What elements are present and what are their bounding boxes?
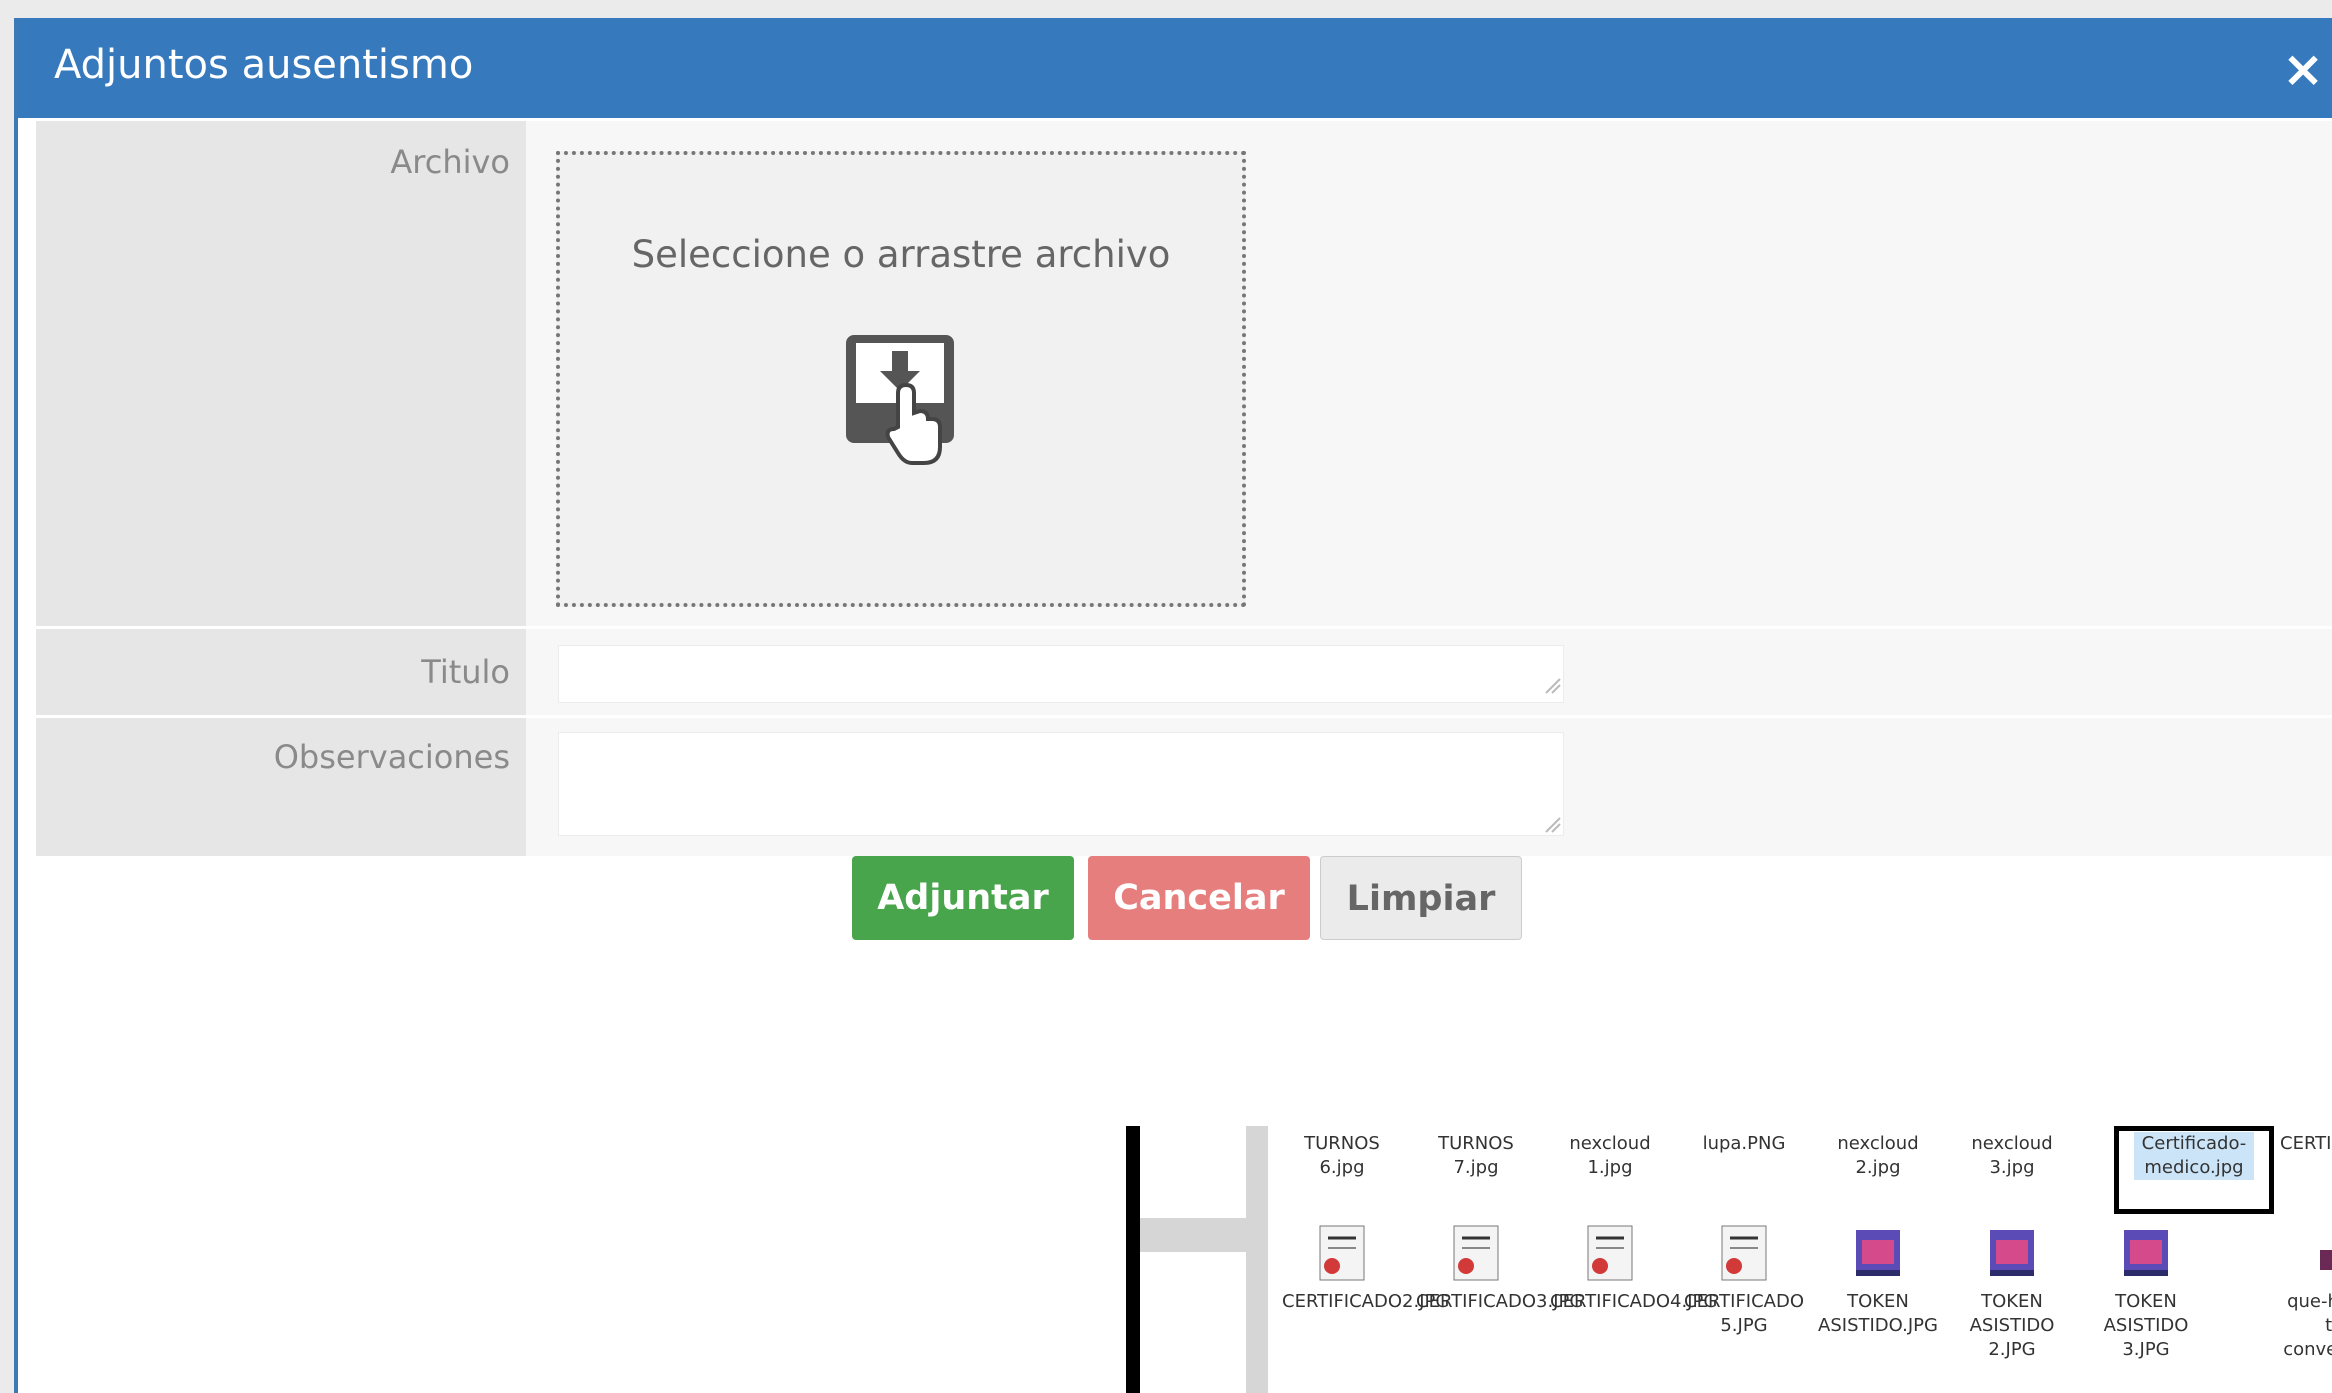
file-name: TOKEN ASISTIDO 2.JPG xyxy=(1969,1291,2055,1360)
file-name: TOKEN ASISTIDO 3.JPG xyxy=(2103,1291,2189,1360)
adjuntar-button[interactable]: Adjuntar xyxy=(852,856,1074,940)
file-item[interactable]: nexcloud 1.jpg xyxy=(1550,1132,1670,1180)
limpiar-button[interactable]: Limpiar xyxy=(1320,856,1522,940)
token-file-icon xyxy=(2124,1230,2168,1276)
titulo-field-cell xyxy=(526,629,2332,715)
titulo-row: Titulo xyxy=(36,629,2332,715)
file-item[interactable]: nexcloud 3.jpg xyxy=(1952,1132,2072,1180)
observaciones-label: Observaciones xyxy=(273,738,510,776)
file-name: CERTIFICADO 5.JPG xyxy=(1684,1291,1805,1336)
token-file-icon xyxy=(1990,1230,2034,1276)
file-dropzone[interactable]: Seleccione o arrastre archivo xyxy=(556,151,1246,607)
file-item[interactable]: TOKEN ASISTIDO 3.JPG xyxy=(2086,1220,2206,1362)
file-item[interactable]: TURNOS 6.jpg xyxy=(1282,1132,1402,1180)
observaciones-label-cell: Observaciones xyxy=(36,718,526,856)
file-item[interactable]: CERTIFICADO4.JPG xyxy=(1550,1220,1718,1314)
titulo-label: Titulo xyxy=(421,653,510,691)
observaciones-textarea[interactable] xyxy=(558,732,1564,836)
observaciones-row: Observaciones xyxy=(36,718,2332,856)
titulo-label-cell: Titulo xyxy=(36,629,526,715)
file-item[interactable]: lupa.PNG xyxy=(1684,1132,1804,1156)
file-name: nexcloud 1.jpg xyxy=(1569,1133,1651,1178)
file-name: CERTIFICADO3.JPG xyxy=(1416,1291,1584,1312)
file-name: lupa.PNG xyxy=(1702,1133,1786,1154)
file-name: nexcloud 3.jpg xyxy=(1971,1133,2053,1178)
token-file-icon xyxy=(1856,1230,1900,1276)
file-name: CERTIFICADO2.JPG xyxy=(1282,1291,1450,1312)
file-item[interactable]: TURNOS 7.jpg xyxy=(1416,1132,1536,1180)
certificate-file-icon xyxy=(1319,1225,1365,1281)
file-item[interactable]: TOKEN ASISTIDO.JPG xyxy=(1818,1220,1938,1338)
dialog-titlebar: Adjuntos ausentismo × xyxy=(18,18,2332,118)
file-name: TURNOS 7.jpg xyxy=(1438,1133,1514,1178)
explorer-sidebar xyxy=(1140,1126,1246,1393)
close-icon[interactable]: × xyxy=(2282,44,2324,94)
file-item[interactable]: CERTIFICADO.JPG xyxy=(2280,1132,2332,1156)
resize-grip-icon[interactable] xyxy=(1542,814,1562,834)
archivo-label: Archivo xyxy=(390,143,510,181)
archivo-row: Archivo Seleccione o arrastre archivo xyxy=(36,121,2332,626)
file-name: TOKEN ASISTIDO.JPG xyxy=(1818,1291,1938,1336)
dropzone-text: Seleccione o arrastre archivo xyxy=(631,233,1171,276)
certificate-file-icon xyxy=(1587,1225,1633,1281)
file-item[interactable]: CERTIFICADO3.JPG xyxy=(1416,1220,1584,1314)
archivo-field-cell: Seleccione o arrastre archivo xyxy=(526,121,2332,626)
dialog-title: Adjuntos ausentismo xyxy=(54,42,474,88)
upload-hand-icon xyxy=(846,335,954,465)
file-name: TURNOS 6.jpg xyxy=(1304,1133,1380,1178)
explorer-scrollbar[interactable] xyxy=(1246,1126,1268,1393)
cancelar-button[interactable]: Cancelar xyxy=(1088,856,1310,940)
file-item[interactable]: CERTIFICADO2.JPG xyxy=(1282,1220,1450,1314)
file-item-selected[interactable]: Certificado-medico.jpg xyxy=(2134,1132,2254,1180)
image-file-icon xyxy=(2320,1250,2332,1270)
file-item[interactable]: nexcloud 2.jpg xyxy=(1818,1132,1938,1180)
file-name: que-hoales-tie-convecon-os xyxy=(2283,1291,2332,1360)
explorer-sidebar-item[interactable] xyxy=(1140,1218,1246,1252)
observaciones-field-cell xyxy=(526,718,2332,856)
archivo-label-cell: Archivo xyxy=(36,121,526,626)
certificate-file-icon xyxy=(1453,1225,1499,1281)
file-name: CERTIFICADO.JPG xyxy=(2280,1133,2332,1154)
file-item[interactable]: CERTIFICADO 5.JPG xyxy=(1684,1220,1804,1338)
file-name: nexcloud 2.jpg xyxy=(1837,1133,1919,1178)
titulo-textarea[interactable] xyxy=(558,645,1564,703)
resize-grip-icon[interactable] xyxy=(1542,675,1562,695)
certificate-file-icon xyxy=(1721,1225,1767,1281)
file-name: Certificado-medico.jpg xyxy=(2134,1132,2254,1180)
file-item[interactable]: TOKEN ASISTIDO 2.JPG xyxy=(1952,1220,2072,1362)
file-name: CERTIFICADO4.JPG xyxy=(1550,1291,1718,1312)
file-explorer-overlay: TURNOS 6.jpg TURNOS 7.jpg nexcloud 1.jpg… xyxy=(1126,1126,2332,1393)
file-item[interactable]: que-hoales-tie-convecon-os xyxy=(2280,1220,2332,1362)
